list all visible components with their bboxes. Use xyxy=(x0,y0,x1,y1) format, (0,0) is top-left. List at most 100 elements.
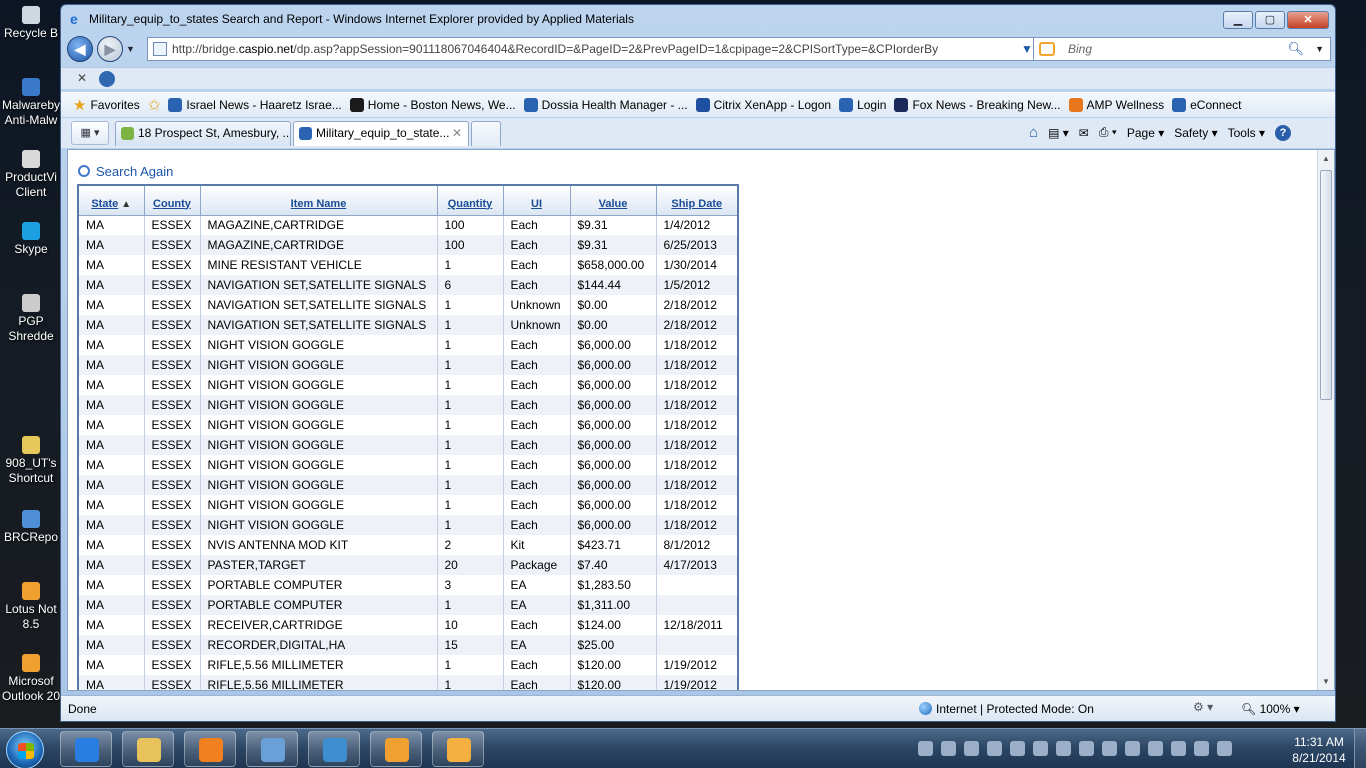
protected-mode-icon[interactable]: ⚙ ▾ xyxy=(1193,700,1213,714)
cell-value: $6,000.00 xyxy=(569,335,656,355)
page-menu[interactable]: Page ▾ xyxy=(1127,126,1164,140)
recent-pages-dropdown-icon[interactable]: ▼ xyxy=(126,44,135,54)
feeds-icon[interactable]: ▤ ▾ xyxy=(1048,126,1069,140)
address-input[interactable]: http://bridge.caspio.net/dp.asp?appSessi… xyxy=(147,37,1035,61)
device-icon[interactable] xyxy=(1079,741,1094,756)
quick-tabs-button[interactable]: ▦ ▾ xyxy=(71,121,109,145)
back-button[interactable]: ◀ xyxy=(67,36,93,62)
column-header-quantity[interactable]: Quantity xyxy=(436,184,504,216)
favorite-link[interactable]: Login xyxy=(839,97,886,112)
column-header-value[interactable]: Value xyxy=(569,184,657,216)
toolbar-addon-icon[interactable] xyxy=(99,71,115,87)
tab-amesbury[interactable]: 18 Prospect St, Amesbury, ... xyxy=(115,121,291,146)
print-icon[interactable]: ⎙ ▾ xyxy=(1099,125,1117,140)
close-toolbar-icon[interactable]: ✕ xyxy=(77,71,87,85)
printer-icon[interactable] xyxy=(1102,741,1117,756)
desktop-icon[interactable]: Recycle B xyxy=(0,6,62,41)
favorite-link[interactable]: Dossia Health Manager - ... xyxy=(523,97,688,112)
antivirus-icon[interactable] xyxy=(1171,741,1186,756)
cell-state: MA xyxy=(77,335,144,355)
favorite-link[interactable]: Israel News - Haaretz Israe... xyxy=(168,97,342,112)
cell-ship-date: 12/18/2011 xyxy=(655,615,738,635)
search-again-link[interactable]: Search Again xyxy=(78,164,173,179)
column-header-ship-date[interactable]: Ship Date xyxy=(655,184,739,216)
read-mail-icon[interactable]: ✉ xyxy=(1079,126,1089,140)
favorite-link[interactable]: AMP Wellness xyxy=(1068,97,1164,112)
volume-icon[interactable] xyxy=(1217,741,1232,756)
scrollbar-thumb[interactable] xyxy=(1320,170,1332,400)
sync-icon[interactable] xyxy=(1125,741,1140,756)
vertical-scrollbar[interactable]: ▲ ▼ xyxy=(1317,150,1334,690)
column-header-ui[interactable]: UI xyxy=(502,184,571,216)
cell-quantity: 1 xyxy=(436,475,503,495)
desktop-icon[interactable]: Skype xyxy=(0,222,62,257)
table-row: MA ESSEX NIGHT VISION GOGGLE 1 Each $6,000.00… xyxy=(77,415,738,435)
taskbar-internet-explorer-button[interactable] xyxy=(60,731,112,767)
results-table: State ▲ County Item Name Quantity UI Valu… xyxy=(77,184,739,690)
tab-military-equip[interactable]: Military_equip_to_state... ✕ xyxy=(293,121,469,146)
security-zone[interactable]: Internet | Protected Mode: On xyxy=(919,702,1094,716)
search-options-dropdown-icon[interactable]: ▼ xyxy=(1315,38,1324,60)
new-tab-button[interactable] xyxy=(471,121,501,146)
cell-county: ESSEX xyxy=(143,395,200,415)
start-button[interactable] xyxy=(6,731,44,768)
show-desktop-button[interactable] xyxy=(1354,729,1366,768)
maximize-button[interactable]: ▢ xyxy=(1255,11,1285,29)
notes-icon[interactable] xyxy=(964,741,979,756)
cell-county: ESSEX xyxy=(143,255,200,275)
favorite-link[interactable]: Home - Boston News, We... xyxy=(349,97,516,112)
favorites-button[interactable]: ★ Favorites xyxy=(73,96,140,114)
scroll-down-icon[interactable]: ▼ xyxy=(1318,673,1334,690)
search-icon[interactable]: 🔍︎ xyxy=(1287,38,1304,60)
cell-ui: Each xyxy=(502,615,570,635)
favorite-link[interactable]: eConnect xyxy=(1172,97,1241,112)
desktop-icon[interactable]: PGP Shredde xyxy=(0,294,62,344)
monitor-icon[interactable] xyxy=(1056,741,1071,756)
cell-quantity: 1 xyxy=(436,395,503,415)
close-button[interactable]: ✕ xyxy=(1287,11,1329,29)
favorite-link[interactable]: Fox News - Breaking New... xyxy=(894,97,1061,112)
taskbar-media-player-button[interactable] xyxy=(184,731,236,767)
title-bar[interactable]: e Military_equip_to_states Search and Re… xyxy=(61,5,1335,33)
favorite-link[interactable]: Citrix XenApp - Logon xyxy=(695,97,831,112)
search-input[interactable]: Bing 🔍︎ ▼ xyxy=(1033,37,1331,61)
home-icon[interactable]: ⌂ xyxy=(1029,124,1038,141)
phone-icon[interactable] xyxy=(1148,741,1163,756)
desktop-icon[interactable]: BRCRepo xyxy=(0,510,62,545)
help-icon[interactable] xyxy=(918,741,933,756)
taskbar-lotus-notes-button[interactable] xyxy=(370,731,422,767)
cell-ui: Each xyxy=(502,515,570,535)
close-tab-icon[interactable]: ✕ xyxy=(452,122,462,145)
tools-menu[interactable]: Tools ▾ xyxy=(1228,126,1265,140)
favorite-favicon-icon xyxy=(1068,97,1083,112)
taskbar-lync-button[interactable] xyxy=(308,731,360,767)
cell-item-name: RECORDER,DIGITAL,HA xyxy=(199,635,437,655)
column-header-county[interactable]: County xyxy=(143,184,201,216)
network-sync-icon[interactable] xyxy=(941,741,956,756)
display-icon[interactable] xyxy=(1033,741,1048,756)
column-header-state[interactable]: State ▲ xyxy=(77,184,145,216)
desktop-icon[interactable]: Malwareby Anti-Malw xyxy=(0,78,62,128)
signal-icon[interactable] xyxy=(1194,741,1209,756)
taskbar-outlook-button[interactable] xyxy=(432,731,484,767)
desktop-icon[interactable]: Lotus Not 8.5 xyxy=(0,582,62,632)
safety-menu[interactable]: Safety ▾ xyxy=(1174,126,1217,140)
taskbar-windows-explorer-button[interactable] xyxy=(122,731,174,767)
favorite-favicon-icon xyxy=(349,97,364,112)
forward-button[interactable]: ▶ xyxy=(97,36,123,62)
zoom-level[interactable]: 🔍︎ 100% ▾ xyxy=(1241,702,1300,716)
lock-icon[interactable] xyxy=(1010,741,1025,756)
taskbar-snipping-camera-button[interactable] xyxy=(246,731,298,767)
help-icon[interactable]: ? xyxy=(1275,124,1291,141)
scroll-up-icon[interactable]: ▲ xyxy=(1318,150,1334,167)
column-header-item-name[interactable]: Item Name xyxy=(199,184,438,216)
desktop-icon[interactable]: 908_UT's Shortcut xyxy=(0,436,62,486)
desktop-icon[interactable]: ProductVi Client xyxy=(0,150,62,200)
desktop-icon[interactable]: Microsof Outlook 20 xyxy=(0,654,62,704)
cell-ui: Each xyxy=(502,455,570,475)
minimize-button[interactable]: ▁ xyxy=(1223,11,1253,29)
pdf-icon[interactable] xyxy=(987,741,1002,756)
add-to-favorites-bar-icon[interactable]: ✩ xyxy=(148,96,161,114)
clock[interactable]: 11:31 AM 8/21/2014 xyxy=(1284,734,1354,766)
cell-ship-date: 8/1/2012 xyxy=(655,535,738,555)
